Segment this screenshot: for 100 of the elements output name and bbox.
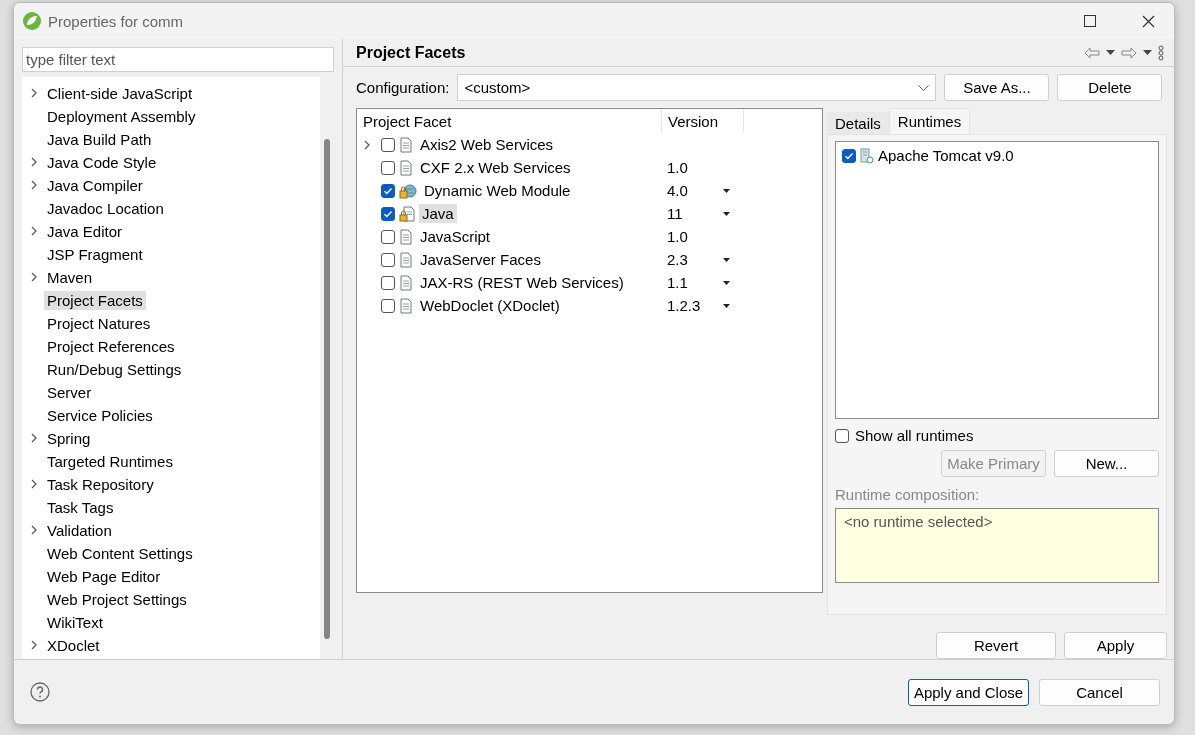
column-header[interactable]: Version xyxy=(662,109,744,133)
dropdown-arrow-icon[interactable] xyxy=(723,303,730,308)
dropdown-arrow-icon[interactable] xyxy=(723,280,730,285)
tree-item[interactable]: Task Tags xyxy=(44,497,117,517)
tree-item[interactable]: Deployment Assembly xyxy=(44,106,199,126)
chevron-icon[interactable] xyxy=(30,180,38,191)
runtime-button[interactable]: New... xyxy=(1054,450,1159,477)
tree-item[interactable]: JSP Fragment xyxy=(44,244,146,264)
tree-item[interactable]: Spring xyxy=(44,428,94,448)
facet-version: 11 xyxy=(666,205,684,222)
maximize-icon xyxy=(1084,15,1096,27)
leaf-logo-icon xyxy=(22,11,42,31)
checkbox[interactable] xyxy=(381,229,395,244)
tree-item[interactable]: Javadoc Location xyxy=(44,198,167,218)
dialog-button[interactable]: Cancel xyxy=(1039,678,1160,706)
facet-name[interactable]: JavaScript xyxy=(417,227,494,246)
tree-item[interactable]: Project Facets xyxy=(44,290,146,310)
checkbox[interactable] xyxy=(842,148,856,163)
dropdown-arrow-icon[interactable] xyxy=(723,211,730,216)
dropdown-arrow-icon[interactable] xyxy=(1143,50,1152,55)
facet-name[interactable]: Axis2 Web Services xyxy=(417,135,557,154)
checkbox[interactable] xyxy=(381,160,395,175)
page-button[interactable]: Revert xyxy=(936,632,1056,659)
chevron-icon[interactable] xyxy=(30,525,38,536)
tree-item[interactable]: Java Compiler xyxy=(44,175,146,195)
tree-item[interactable]: Maven xyxy=(44,267,96,287)
checkbox[interactable] xyxy=(381,206,395,221)
tree-item[interactable]: Java Editor xyxy=(44,221,126,241)
tree-item[interactable]: Web Content Settings xyxy=(44,543,196,563)
checkbox-label[interactable]: Show all runtimes xyxy=(855,427,974,444)
chevron-icon[interactable] xyxy=(30,157,38,168)
tab[interactable]: Details xyxy=(827,112,889,134)
document-icon xyxy=(399,251,413,268)
tab[interactable]: Runtimes xyxy=(888,108,971,134)
composition-box: <no runtime selected> xyxy=(835,508,1159,583)
dialog-button[interactable]: Apply and Close xyxy=(908,678,1029,706)
document-icon xyxy=(399,159,413,176)
chevron-icon[interactable] xyxy=(30,479,38,490)
dropdown-arrow-icon[interactable] xyxy=(1106,50,1115,55)
help-icon[interactable] xyxy=(30,682,50,702)
facet-name[interactable]: JAX-RS (REST Web Services) xyxy=(417,273,627,292)
facet-version: 1.2.3 xyxy=(666,297,702,314)
composition-label: Runtime composition: xyxy=(835,486,981,503)
chevron-icon[interactable] xyxy=(30,433,38,444)
chevron-icon[interactable] xyxy=(30,88,38,99)
chevron-icon[interactable] xyxy=(30,226,38,237)
tree-item[interactable]: Client-side JavaScript xyxy=(44,83,196,103)
checkbox[interactable] xyxy=(381,252,395,267)
facet-name[interactable]: WebDoclet (XDoclet) xyxy=(417,296,563,315)
document-icon xyxy=(399,228,413,245)
close-icon xyxy=(1141,14,1155,28)
facet-version: 1.0 xyxy=(666,159,689,176)
tree-item[interactable]: Web Page Editor xyxy=(44,566,164,586)
configuration-dropdown[interactable]: <custom> xyxy=(457,74,937,101)
facet-version: 2.3 xyxy=(666,251,689,268)
facet-name[interactable]: Java xyxy=(419,204,457,223)
tree-item[interactable]: Java Build Path xyxy=(44,129,155,149)
more-options-icon[interactable] xyxy=(1158,44,1164,61)
document-icon xyxy=(399,136,413,153)
tree-item[interactable]: Targeted Runtimes xyxy=(44,451,176,471)
dropdown-arrow-icon[interactable] xyxy=(723,188,730,193)
filter-field[interactable]: type filter text xyxy=(22,47,334,72)
checkbox[interactable] xyxy=(835,428,849,443)
tree-item[interactable]: Run/Debug Settings xyxy=(44,359,185,379)
facet-name[interactable]: CXF 2.x Web Services xyxy=(417,158,574,177)
locked-globe-icon xyxy=(399,182,417,199)
tree-item[interactable]: Project Natures xyxy=(44,313,154,333)
checkbox[interactable] xyxy=(381,275,395,290)
tree-item[interactable]: Task Repository xyxy=(44,474,157,494)
checkbox[interactable] xyxy=(381,298,395,313)
checkbox[interactable] xyxy=(381,137,395,152)
facet-name[interactable]: JavaServer Faces xyxy=(417,250,544,269)
facet-version: 4.0 xyxy=(666,182,689,199)
configuration-label: Configuration: xyxy=(356,79,450,96)
tree-item[interactable]: WikiText xyxy=(44,612,106,632)
config-button[interactable]: Delete xyxy=(1057,74,1163,101)
back-arrow-icon[interactable] xyxy=(1084,46,1100,59)
tree-item[interactable]: Validation xyxy=(44,520,115,540)
page-button[interactable]: Apply xyxy=(1064,632,1167,659)
tree-item[interactable]: Web Project Settings xyxy=(44,589,190,609)
checkbox[interactable] xyxy=(381,183,395,198)
tree-item[interactable]: Project References xyxy=(44,336,178,356)
chevron-icon[interactable] xyxy=(30,272,38,283)
tree-item[interactable]: Server xyxy=(44,382,95,402)
config-button[interactable]: Save As... xyxy=(944,74,1050,101)
tree-item[interactable]: Service Policies xyxy=(44,405,156,425)
facet-name[interactable]: Dynamic Web Module xyxy=(421,181,574,200)
runtime-name[interactable]: Apache Tomcat v9.0 xyxy=(878,147,1014,164)
document-icon xyxy=(399,297,413,314)
facet-version: 1.1 xyxy=(666,274,689,291)
server-icon xyxy=(860,147,874,164)
forward-arrow-icon[interactable] xyxy=(1121,46,1137,59)
dropdown-arrow-icon[interactable] xyxy=(723,257,730,262)
tree-item[interactable]: Java Code Style xyxy=(44,152,160,172)
facet-version: 1.0 xyxy=(666,228,689,245)
tree-item[interactable]: XDoclet xyxy=(44,635,103,655)
chevron-icon[interactable] xyxy=(30,640,38,651)
chevron-down-icon xyxy=(918,84,930,91)
chevron-icon[interactable] xyxy=(363,139,371,150)
column-header[interactable]: Project Facet xyxy=(357,109,662,133)
